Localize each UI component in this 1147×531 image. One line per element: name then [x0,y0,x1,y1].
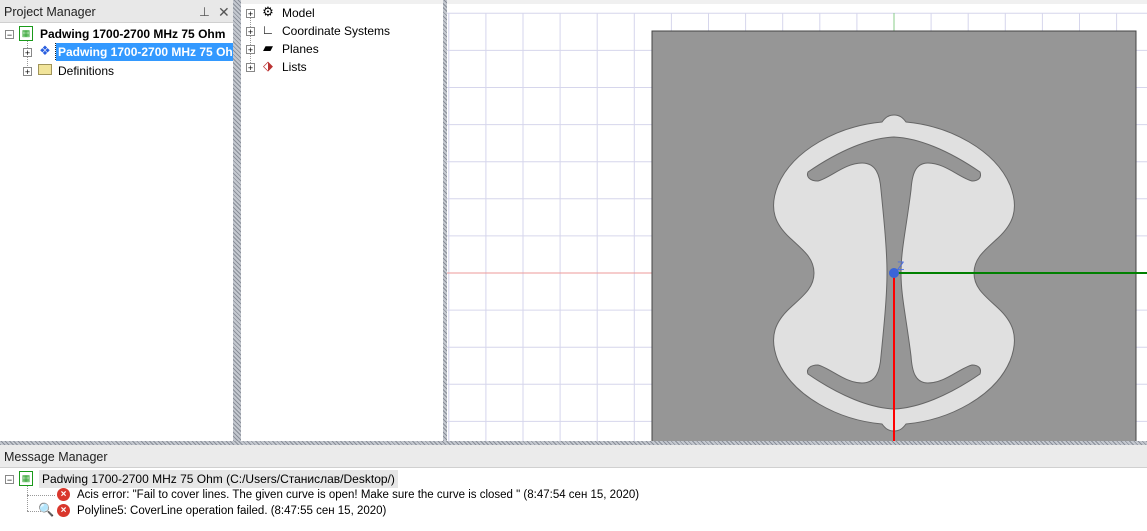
message-text: Polyline5: CoverLine operation failed. (… [77,505,387,517]
project-manager-panel: Project Manager ⊥ ✕ − ▦ Padwing 1700-270… [0,0,233,441]
design-icon: ❖ [39,43,51,58]
collapse-icon[interactable]: − [5,475,14,485]
project-icon: ▦ [19,471,33,486]
expand-icon[interactable]: + [246,63,255,73]
3d-viewport[interactable]: Z [447,4,1147,441]
model-icon: ⚙ [262,4,274,19]
expand-icon[interactable]: + [23,67,32,77]
lists-label: Lists [282,60,307,74]
pin-icon[interactable]: ⊥ [199,0,210,24]
expand-icon[interactable]: + [246,9,255,19]
design-label: Padwing 1700-2700 MHz 75 Ohm [54,43,233,61]
model-tree-panel: + ⚙ Model + ∟ Coordinate Systems + ▰ Pla… [241,4,443,441]
coordinate-systems-label: Coordinate Systems [282,24,391,38]
folder-icon [38,64,52,75]
message-manager-panel: Message Manager − ▦ Padwing 1700-2700 MH… [0,445,1147,531]
message-manager-header: Message Manager [0,445,1147,468]
definitions-label: Definitions [58,64,115,78]
close-icon[interactable]: ✕ [218,0,230,24]
expand-icon[interactable]: + [246,45,255,55]
tree-root-project[interactable]: − ▦ Padwing 1700-2700 MHz 75 Ohm [0,25,233,43]
expand-icon[interactable]: + [246,27,255,37]
project-icon: ▦ [19,26,33,41]
message-manager-title: Message Manager [4,450,108,464]
collapse-icon[interactable]: − [5,30,14,40]
project-manager-title: Project Manager [4,5,96,19]
planes-icon: ▰ [263,40,273,55]
lists-icon: ⬗ [263,58,273,73]
expand-icon[interactable]: + [23,48,32,58]
magnifier-icon[interactable]: 🔍 [38,502,54,518]
error-icon: × [57,488,70,501]
project-manager-header: Project Manager ⊥ ✕ [0,0,233,23]
coordinate-system-icon: ∟ [261,22,275,37]
model-label: Model [282,6,315,20]
project-root-label: Padwing 1700-2700 MHz 75 Ohm [40,27,226,41]
viewport-canvas[interactable]: Z [447,4,1147,441]
error-icon: × [57,504,70,517]
splitter-left[interactable] [233,0,241,441]
planes-label: Planes [282,42,319,56]
tree-item-design[interactable]: + ❖ Padwing 1700-2700 MHz 75 Ohm [0,43,233,61]
z-axis-label: Z [897,259,904,273]
